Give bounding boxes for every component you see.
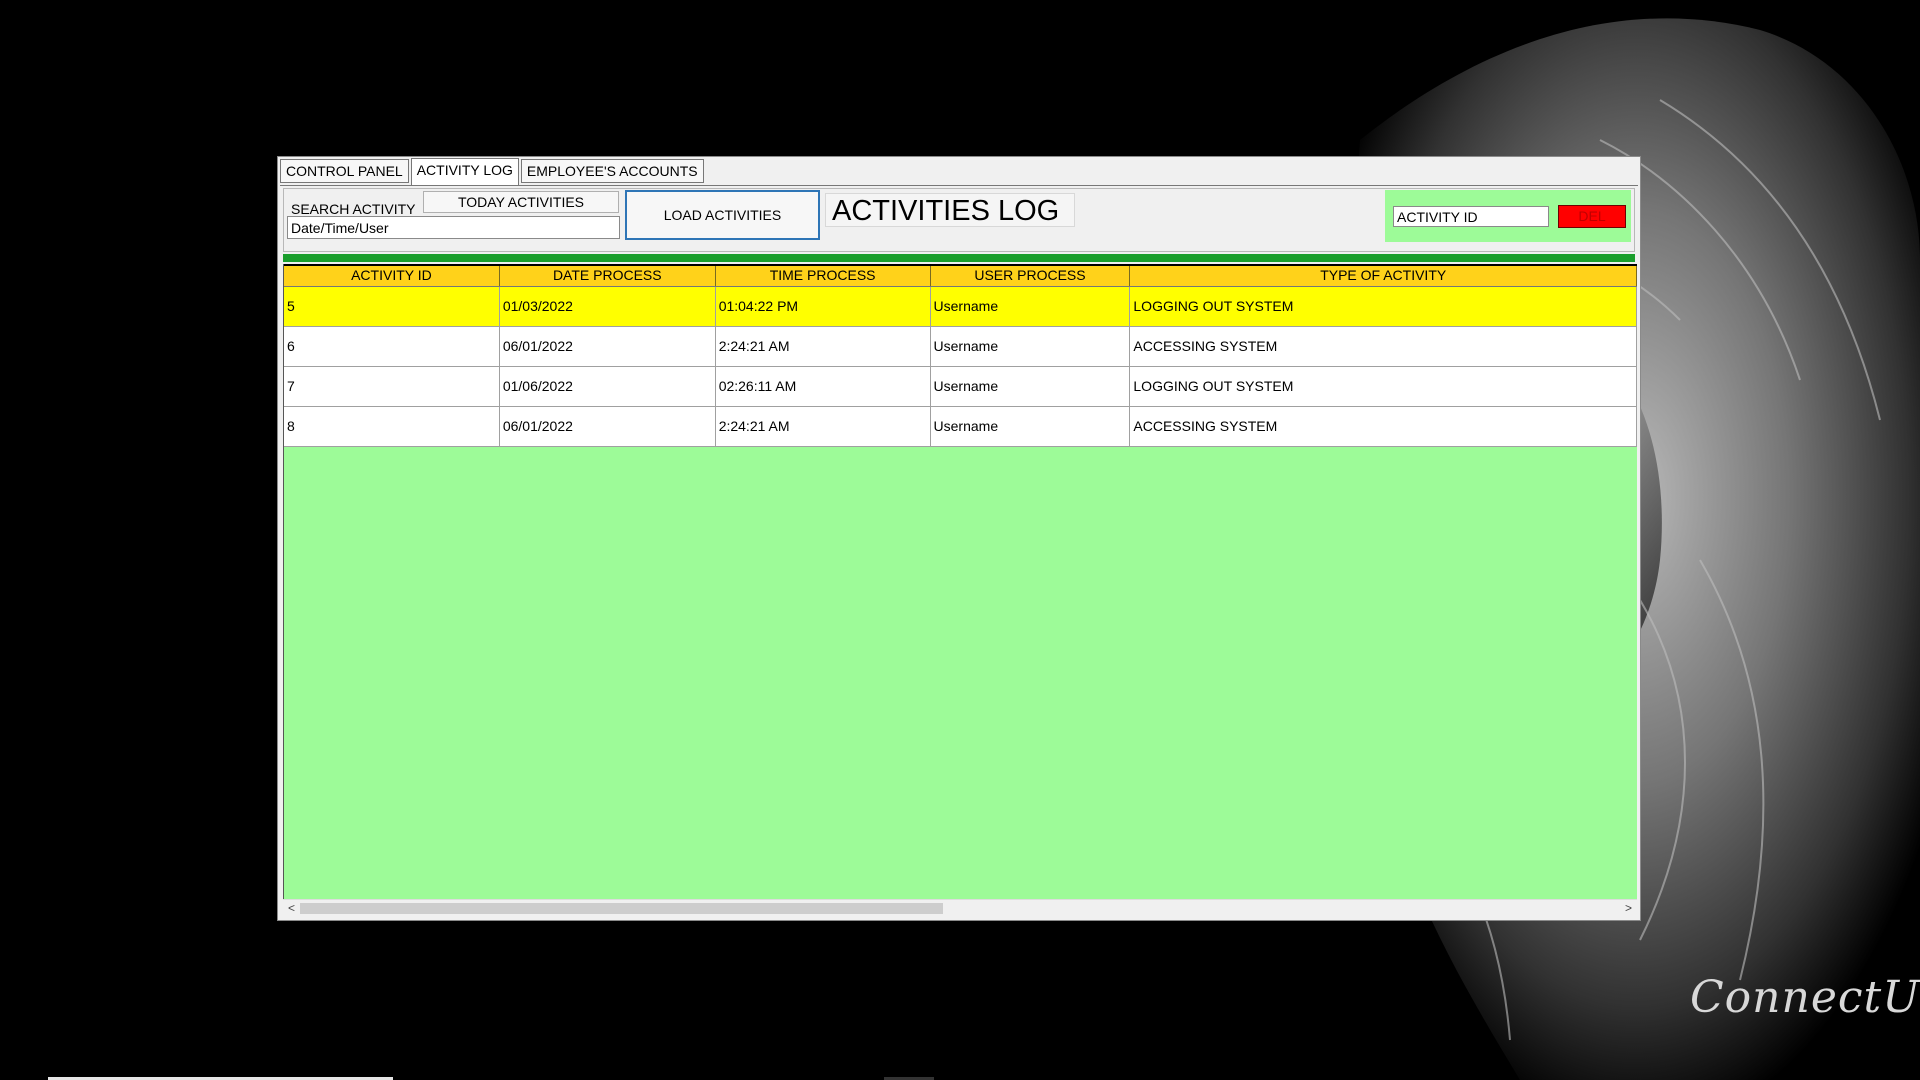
brand-watermark: ConnectUs bbox=[1690, 972, 1920, 1023]
activity-log-window: CONTROL PANEL ACTIVITY LOG EMPLOYEE'S AC… bbox=[277, 156, 1641, 921]
table-row[interactable]: 7 01/06/2022 02:26:11 AM Username LOGGIN… bbox=[284, 367, 1637, 407]
delete-button[interactable]: DEL bbox=[1558, 205, 1626, 228]
horizontal-scrollbar[interactable]: < > bbox=[283, 899, 1637, 916]
chevron-left-icon[interactable]: < bbox=[283, 900, 300, 916]
activities-table[interactable]: ACTIVITY ID DATE PROCESS TIME PROCESS US… bbox=[283, 264, 1637, 914]
scrollbar-thumb[interactable] bbox=[300, 903, 943, 914]
column-header-time-process[interactable]: TIME PROCESS bbox=[716, 266, 931, 286]
cell-activity-type[interactable]: ACCESSING SYSTEM bbox=[1130, 407, 1637, 446]
column-header-type-of-activity[interactable]: TYPE OF ACTIVITY bbox=[1130, 266, 1637, 286]
separator-bar bbox=[283, 254, 1635, 262]
cell-time[interactable]: 2:24:21 AM bbox=[716, 327, 931, 366]
tab-control-panel[interactable]: CONTROL PANEL bbox=[280, 159, 409, 183]
cell-date[interactable]: 06/01/2022 bbox=[500, 407, 716, 446]
cell-activity-id[interactable]: 7 bbox=[284, 367, 500, 406]
cell-date[interactable]: 01/03/2022 bbox=[500, 287, 716, 326]
delete-panel: DEL bbox=[1385, 190, 1631, 242]
cell-activity-type[interactable]: LOGGING OUT SYSTEM bbox=[1130, 367, 1637, 406]
cell-activity-type[interactable]: ACCESSING SYSTEM bbox=[1130, 327, 1637, 366]
cell-time[interactable]: 01:04:22 PM bbox=[716, 287, 931, 326]
table-row[interactable]: 8 06/01/2022 2:24:21 AM Username ACCESSI… bbox=[284, 407, 1637, 447]
table-header: ACTIVITY ID DATE PROCESS TIME PROCESS US… bbox=[284, 264, 1637, 287]
tab-activity-log[interactable]: ACTIVITY LOG bbox=[410, 158, 519, 185]
cell-activity-id[interactable]: 6 bbox=[284, 327, 500, 366]
cell-user[interactable]: Username bbox=[931, 407, 1131, 446]
tab-divider bbox=[280, 185, 1638, 186]
column-header-user-process[interactable]: USER PROCESS bbox=[931, 266, 1131, 286]
cell-user[interactable]: Username bbox=[931, 287, 1131, 326]
cell-time[interactable]: 02:26:11 AM bbox=[716, 367, 931, 406]
page-title: ACTIVITIES LOG bbox=[825, 193, 1075, 227]
cell-user[interactable]: Username bbox=[931, 327, 1131, 366]
activity-id-input[interactable] bbox=[1393, 206, 1549, 227]
table-row[interactable]: 5 01/03/2022 01:04:22 PM Username LOGGIN… bbox=[284, 287, 1637, 327]
cell-time[interactable]: 2:24:21 AM bbox=[716, 407, 931, 446]
tab-employees-accounts[interactable]: EMPLOYEE'S ACCOUNTS bbox=[520, 159, 704, 183]
table-row[interactable]: 6 06/01/2022 2:24:21 AM Username ACCESSI… bbox=[284, 327, 1637, 367]
cell-activity-id[interactable]: 5 bbox=[284, 287, 500, 326]
load-activities-button[interactable]: LOAD ACTIVITIES bbox=[625, 190, 820, 240]
cell-activity-type[interactable]: LOGGING OUT SYSTEM bbox=[1130, 287, 1637, 326]
search-activity-label: SEARCH ACTIVITY bbox=[291, 201, 416, 217]
search-input[interactable] bbox=[287, 216, 620, 239]
chevron-right-icon[interactable]: > bbox=[1620, 900, 1637, 916]
cell-date[interactable]: 01/06/2022 bbox=[500, 367, 716, 406]
tab-strip: CONTROL PANEL ACTIVITY LOG EMPLOYEE'S AC… bbox=[280, 158, 706, 185]
column-header-activity-id[interactable]: ACTIVITY ID bbox=[284, 266, 500, 286]
toolbar: SEARCH ACTIVITY TODAY ACTIVITIES LOAD AC… bbox=[283, 188, 1635, 252]
cell-user[interactable]: Username bbox=[931, 367, 1131, 406]
today-activities-button[interactable]: TODAY ACTIVITIES bbox=[423, 191, 619, 213]
cell-activity-id[interactable]: 8 bbox=[284, 407, 500, 446]
cell-date[interactable]: 06/01/2022 bbox=[500, 327, 716, 366]
column-header-date-process[interactable]: DATE PROCESS bbox=[500, 266, 716, 286]
